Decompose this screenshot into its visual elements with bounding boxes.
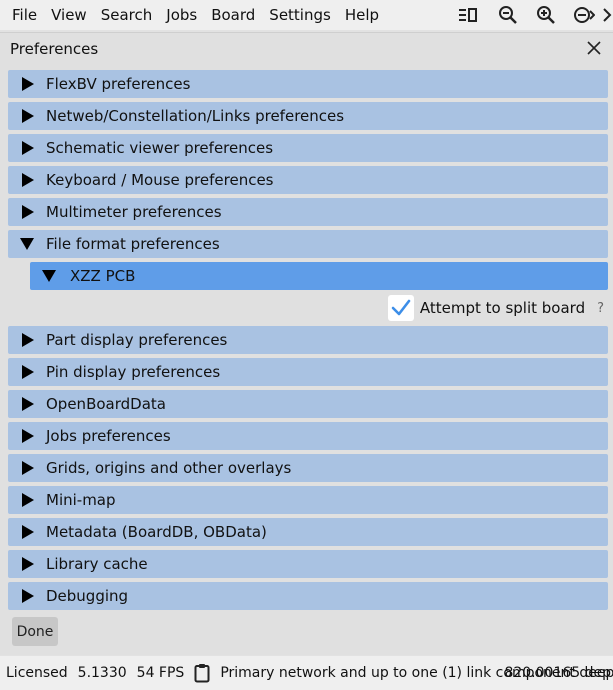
section-keyboard-mouse[interactable]: Keyboard / Mouse preferences [8,166,608,194]
expand-arrow-icon [22,333,34,347]
menu-view[interactable]: View [45,6,93,24]
expand-arrow-icon [22,365,34,379]
toolbar-icons [449,0,613,30]
zoom-out-icon[interactable] [495,3,521,27]
split-board-label: Attempt to split board [419,299,586,317]
done-button[interactable]: Done [12,617,58,646]
checkmark-icon [391,299,411,316]
section-file-format[interactable]: File format preferences [8,230,608,258]
expand-arrow-icon [22,397,34,411]
collapse-arrow-icon [42,270,56,282]
dialog-title: Preferences [10,40,99,58]
expand-arrow-icon [22,141,34,155]
subsection-label: XZZ PCB [70,267,136,285]
section-metadata[interactable]: Metadata (BoardDB, OBData) [8,518,608,546]
section-pin-display[interactable]: Pin display preferences [8,358,608,386]
section-flexbv[interactable]: FlexBV preferences [8,70,608,98]
section-label: Netweb/Constellation/Links preferences [46,107,345,125]
expand-arrow-icon [22,109,34,123]
section-label: Jobs preferences [46,427,171,445]
menu-jobs[interactable]: Jobs [160,6,203,24]
section-netweb[interactable]: Netweb/Constellation/Links preferences [8,102,608,130]
chevron-icon[interactable] [601,3,613,27]
section-label: Pin display preferences [46,363,221,381]
section-label: Library cache [46,555,148,573]
section-library-cache[interactable]: Library cache [8,550,608,578]
fps-label: 54 FPS [136,665,185,681]
section-label: OpenBoardData [46,395,166,413]
section-label: Multimeter preferences [46,203,222,221]
layers-panel-icon[interactable] [455,3,481,27]
menu-settings[interactable]: Settings [263,6,337,24]
expand-arrow-icon [22,525,34,539]
expand-arrow-icon [22,173,34,187]
section-schematic-viewer[interactable]: Schematic viewer preferences [8,134,608,162]
section-jobs[interactable]: Jobs preferences [8,422,608,450]
status-bar: Licensed 5.1330 54 FPS Primary network a… [0,656,613,690]
expand-arrow-icon [22,429,34,443]
sections-list: FlexBV preferences Netweb/Constellation/… [8,70,608,614]
section-part-display[interactable]: Part display preferences [8,326,608,354]
expand-arrow-icon [22,77,34,91]
close-icon[interactable] [583,37,605,59]
menu-board[interactable]: Board [205,6,261,24]
preferences-dialog: Preferences FlexBV preferences Netweb/Co… [0,32,613,655]
license-status: Licensed [6,665,68,681]
section-label: Mini-map [46,491,116,509]
expand-arrow-icon [22,493,34,507]
zoom-fit-icon[interactable] [571,3,597,27]
section-label: FlexBV preferences [46,75,191,93]
section-label: Grids, origins and other overlays [46,459,292,477]
expand-arrow-icon [22,461,34,475]
section-label: Schematic viewer preferences [46,139,274,157]
collapse-arrow-icon [20,238,34,250]
expand-arrow-icon [22,589,34,603]
menu-search[interactable]: Search [95,6,159,24]
section-grids-overlays[interactable]: Grids, origins and other overlays [8,454,608,482]
expand-arrow-icon [22,557,34,571]
section-label: Part display preferences [46,331,228,349]
section-label: Debugging [46,587,129,605]
help-icon[interactable]: ? [597,301,604,316]
section-mini-map[interactable]: Mini-map [8,486,608,514]
split-board-checkbox[interactable] [387,295,414,321]
zoom-in-icon[interactable] [533,3,559,27]
section-openboarddata[interactable]: OpenBoardData [8,390,608,418]
section-label: Metadata (BoardDB, OBData) [46,523,267,541]
clipboard-icon[interactable] [194,663,210,683]
version-label: 5.1330 [77,665,127,681]
coordinate-readout: 820.00165 dep [504,665,611,681]
option-split-board: Attempt to split board ? [8,294,608,322]
section-label: File format preferences [46,235,220,253]
menu-bar: File View Search Jobs Board Settings Hel… [0,0,613,30]
section-label: Keyboard / Mouse preferences [46,171,274,189]
subsection-xzz-pcb[interactable]: XZZ PCB [30,262,608,290]
section-multimeter[interactable]: Multimeter preferences [8,198,608,226]
menu-file[interactable]: File [6,6,43,24]
section-debugging[interactable]: Debugging [8,582,608,610]
expand-arrow-icon [22,205,34,219]
menu-help[interactable]: Help [339,6,385,24]
